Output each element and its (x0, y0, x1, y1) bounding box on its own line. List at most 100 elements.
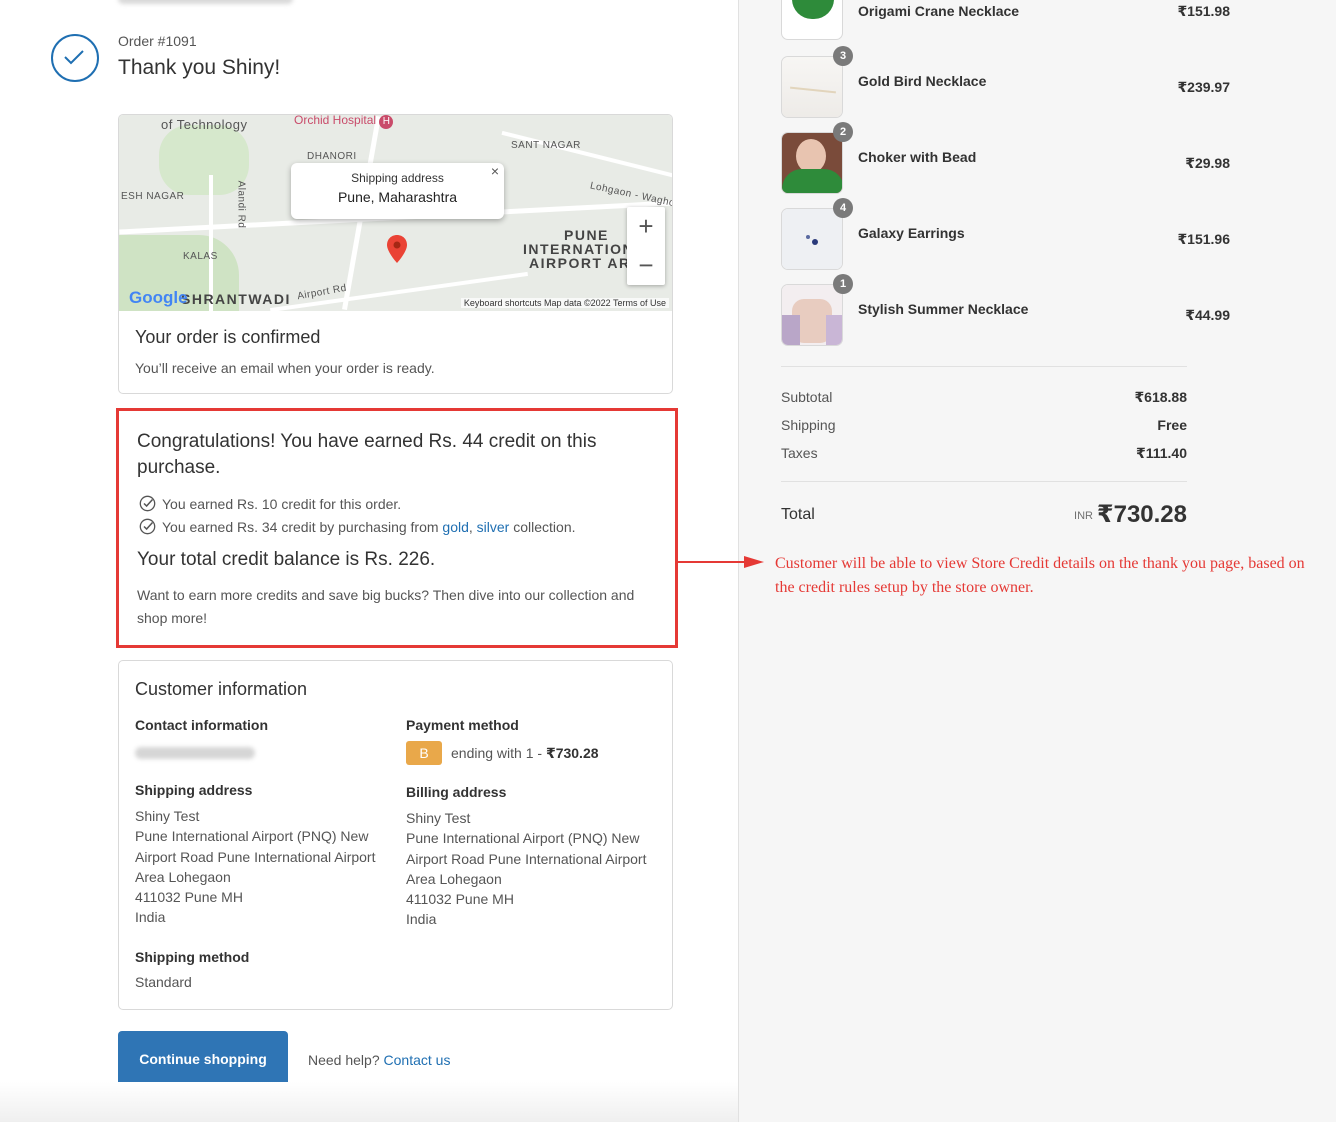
confirmation-heading: Your order is confirmed (135, 327, 321, 347)
store-credit-box: Congratulations! You have earned Rs. 44 … (116, 408, 678, 648)
customer-information-card: Customer information Contact information… (118, 660, 673, 1010)
separator: , (468, 518, 473, 535)
customer-info-title: Customer information (135, 679, 308, 699)
map-label: ESH NAGAR (121, 191, 185, 202)
product-name: Gold Bird Necklace (858, 73, 987, 89)
order-number: Order #1091 (118, 33, 197, 49)
annotation-text: Customer will be able to view Store Cred… (775, 555, 1305, 596)
shipping-map[interactable]: of Technology Orchid Hospital H DHANORI … (119, 115, 672, 311)
quantity-badge: 2 (833, 122, 853, 142)
shipping-row: Shipping Free (781, 417, 1187, 433)
product-thumbnail (781, 208, 843, 270)
address-line: Airport Road Pune International Airport (406, 850, 647, 867)
shipping-value: Free (1157, 417, 1187, 433)
address-line: 411032 Pune MH (135, 889, 243, 906)
subtotal-label: Subtotal (781, 389, 833, 405)
billing-address: Billing address Shiny Test Pune Internat… (406, 784, 666, 930)
address-line: India (135, 909, 166, 926)
product-price: ₹239.97 (1177, 79, 1230, 95)
map-road (501, 130, 672, 184)
check-icon (139, 518, 156, 535)
divider (781, 366, 1187, 367)
address-line: Shiny Test (406, 810, 471, 826)
confirmation-text: You’ll receive an email when your order … (135, 360, 435, 376)
order-status-card: of Technology Orchid Hospital H DHANORI … (118, 114, 673, 394)
address-line: Area Lohegaon (406, 870, 502, 887)
taxes-label: Taxes (781, 445, 818, 461)
line-item: 2 Choker with Bead ₹29.98 (781, 122, 1230, 196)
product-thumbnail (781, 132, 843, 194)
map-label: of Technology (161, 117, 248, 132)
help-text: Need help? Contact us (308, 1052, 450, 1068)
location-pin-icon[interactable] (387, 235, 407, 268)
map-zoom-controls: + − (627, 207, 665, 285)
product-price: ₹151.96 (1177, 231, 1230, 247)
map-label: DHANORI (307, 151, 357, 162)
product-name: Choker with Bead (858, 149, 977, 165)
popup-label: Shipping address (351, 171, 444, 185)
address-line: Airport Road Pune International Airport (135, 848, 376, 865)
gold-collection-link[interactable]: gold (442, 519, 468, 535)
product-name: Stylish Summer Necklace (858, 301, 1029, 317)
shipping-label: Shipping (781, 417, 836, 433)
help-label: Need help? (308, 1052, 380, 1068)
product-price: ₹151.98 (1177, 3, 1230, 19)
address-line: Pune International Airport (PNQ) New (406, 830, 640, 847)
blurred-logo (118, 0, 293, 4)
divider (781, 481, 1187, 482)
shipping-address: Shipping address Shiny Test Pune Interna… (135, 782, 395, 928)
payment-info: Payment method B ending with 1 - ₹730.28 (406, 717, 666, 765)
quantity-badge: 4 (833, 198, 853, 218)
page-title: Thank you Shiny! (118, 56, 281, 79)
payment-text: ending with 1 - (451, 745, 543, 761)
line-item: 3 Gold Bird Necklace ₹239.97 (781, 46, 1230, 120)
payment-detail: B ending with 1 - ₹730.28 (406, 741, 666, 765)
annotation-arrow-icon (744, 556, 764, 568)
silver-collection-link[interactable]: silver (477, 519, 510, 535)
map-label: SANT NAGAR (511, 140, 581, 151)
credit-line-text: You earned Rs. 10 credit for this order. (162, 495, 402, 512)
shipping-address-label: Shipping address (135, 782, 253, 798)
credit-balance: Your total credit balance is Rs. 226. (137, 549, 436, 570)
taxes-value: ₹111.40 (1135, 445, 1187, 461)
quantity-badge: 3 (833, 46, 853, 66)
payment-label: Payment method (406, 717, 519, 733)
address-line: Shiny Test (135, 808, 200, 824)
map-footer[interactable]: Keyboard shortcuts Map data ©2022 Terms … (460, 298, 669, 308)
line-item: 4 Galaxy Earrings ₹151.96 (781, 198, 1230, 272)
address-line: India (406, 911, 437, 928)
subtotal-value: ₹618.88 (1134, 389, 1187, 405)
total-value: ₹730.28 (1096, 501, 1187, 528)
billing-address-lines: Shiny Test Pune International Airport (P… (406, 808, 666, 930)
address-line: 411032 Pune MH (406, 891, 514, 908)
credit-line-suffix: collection. (513, 518, 576, 535)
address-line: Area Lohegaon (135, 868, 231, 885)
map-airport-label: AIRPORT ARE (529, 255, 642, 271)
map-label: KALAS (183, 251, 218, 262)
map-label: Alandi Rd (235, 180, 247, 229)
check-circle-icon (51, 34, 99, 82)
contact-us-link[interactable]: Contact us (384, 1052, 451, 1068)
credit-line-text: You earned Rs. 34 credit by purchasing f… (162, 518, 439, 535)
credit-line: You earned Rs. 34 credit by purchasing f… (139, 518, 576, 535)
zoom-out-button[interactable]: − (627, 246, 665, 285)
zoom-in-button[interactable]: + (627, 207, 665, 246)
taxes-row: Taxes ₹111.40 (781, 445, 1187, 461)
credit-heading: Congratulations! You have earned Rs. 44 … (137, 431, 597, 478)
subtotal-row: Subtotal ₹618.88 (781, 389, 1187, 405)
check-icon (139, 495, 156, 512)
annotation-arrow-line (676, 561, 746, 563)
line-item: Origami Crane Necklace ₹151.98 (781, 0, 1230, 42)
shipping-method-label: Shipping method (135, 949, 250, 965)
google-logo: Google (129, 288, 188, 307)
payment-card-icon: B (406, 741, 442, 765)
billing-address-label: Billing address (406, 784, 507, 800)
close-icon[interactable]: × (491, 163, 499, 179)
address-line: Pune International Airport (PNQ) New (135, 828, 369, 845)
product-price: ₹29.98 (1185, 155, 1230, 171)
continue-shopping-button[interactable]: Continue shopping (118, 1031, 288, 1088)
credit-more-text: Want to earn more credits and save big b… (137, 587, 635, 626)
currency-code: INR (1074, 510, 1093, 522)
contact-label: Contact information (135, 717, 268, 733)
contact-info: Contact information (135, 717, 395, 759)
